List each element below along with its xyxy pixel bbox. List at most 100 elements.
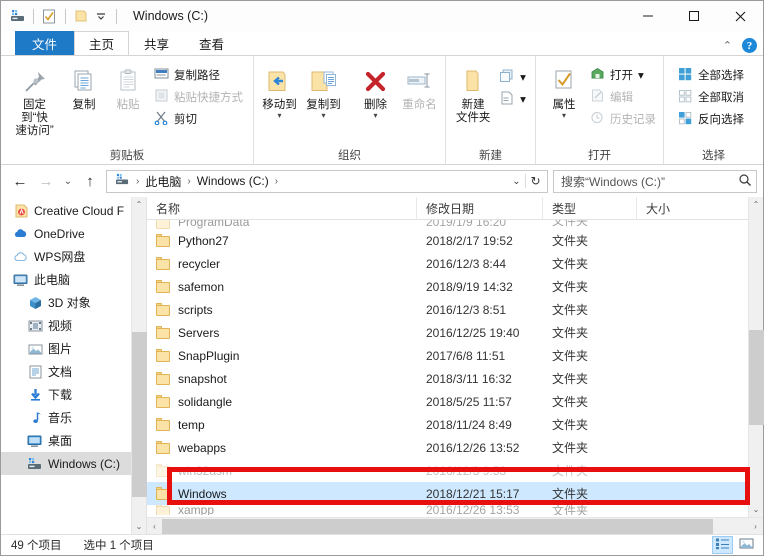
sidebar-item-wps-cloud[interactable]: WPS网盘 [1, 245, 131, 268]
folder-icon[interactable] [72, 7, 91, 26]
breadcrumb-separator-3[interactable]: › [273, 176, 280, 187]
copy-to-caret-icon[interactable]: ▾ [321, 112, 325, 120]
scroll-down-arrow-icon[interactable]: ⌄ [749, 502, 764, 517]
breadcrumb-item-windows-c[interactable]: Windows (C:) [194, 174, 272, 188]
copy-to-button[interactable]: 复制到 ▾ [302, 62, 346, 120]
search-input[interactable]: 搜索“Windows (C:)” [561, 173, 738, 190]
search-icon[interactable] [738, 173, 752, 190]
address-bar[interactable]: › 此电脑 › Windows (C:) › ⌄ ↻ [106, 169, 548, 193]
tab-share[interactable]: 共享 [129, 31, 184, 55]
scroll-up-arrow-icon[interactable]: ⌃ [749, 197, 764, 212]
forward-button[interactable]: → [33, 169, 59, 193]
table-row[interactable]: temp 2018/11/24 8:49 文件夹 [147, 413, 748, 436]
horizontal-scroll-thumb[interactable] [162, 518, 713, 534]
select-all-button[interactable]: 全部选择 [674, 64, 748, 86]
table-row[interactable]: win32asm 2016/12/3 9:53 文件夹 [147, 459, 748, 482]
details-view-button[interactable] [712, 536, 733, 554]
up-button[interactable]: ↑ [77, 169, 103, 193]
file-list-scrollbar[interactable]: ⌃ ⌄ [748, 197, 764, 517]
sidebar-item-documents[interactable]: 文档 [1, 360, 131, 383]
navigation-scroll-track[interactable] [131, 212, 147, 519]
move-to-caret-icon[interactable]: ▾ [277, 112, 281, 120]
new-item-caret-icon[interactable]: ▾ [520, 70, 526, 84]
column-header-name[interactable]: 名称 [147, 197, 417, 219]
scroll-down-arrow-icon[interactable]: ⌄ [132, 519, 147, 534]
sidebar-item-desktop[interactable]: 桌面 [1, 429, 131, 452]
sidebar-item-pictures[interactable]: 图片 [1, 337, 131, 360]
scroll-up-arrow-icon[interactable]: ⌃ [132, 197, 147, 212]
sidebar-item-music[interactable]: 音乐 [1, 406, 131, 429]
cut-button[interactable]: 剪切 [150, 108, 247, 130]
sidebar-item-this-pc[interactable]: 此电脑 [1, 268, 131, 291]
table-row[interactable]: webapps 2016/12/26 13:52 文件夹 [147, 436, 748, 459]
tab-view[interactable]: 查看 [184, 31, 239, 55]
invert-selection-button[interactable]: 反向选择 [674, 108, 748, 130]
column-header-size[interactable]: 大小 [637, 197, 748, 219]
breadcrumb-separator-1[interactable]: › [134, 176, 141, 187]
move-to-button[interactable]: 移动到 ▾ [258, 62, 302, 120]
open-caret-icon[interactable]: ▾ [638, 68, 644, 82]
rename-button[interactable]: 重命名 [398, 62, 442, 112]
navigation-scroll-thumb[interactable] [131, 332, 147, 497]
recent-locations-button[interactable]: ⌄ [59, 169, 77, 193]
search-box[interactable]: 搜索“Windows (C:)” [553, 169, 757, 193]
easy-access-caret-icon[interactable]: ▾ [520, 92, 526, 106]
navigation-scrollbar[interactable]: ⌃ ⌄ [131, 197, 147, 534]
horizontal-scrollbar[interactable]: ‹ › [147, 518, 763, 534]
scroll-right-arrow-icon[interactable]: › [748, 522, 763, 531]
drive-icon[interactable] [8, 7, 27, 26]
delete-button[interactable]: 删除 ▾ [354, 62, 398, 120]
table-row[interactable]: solidangle 2018/5/25 11:57 文件夹 [147, 390, 748, 413]
select-none-button[interactable]: 全部取消 [674, 86, 748, 108]
table-row[interactable]: scripts 2016/12/3 8:51 文件夹 [147, 298, 748, 321]
sidebar-item-videos[interactable]: 视频 [1, 314, 131, 337]
help-icon[interactable]: ? [742, 38, 757, 53]
easy-access-button[interactable]: ▾ [495, 88, 530, 110]
edit-button[interactable]: 编辑 [586, 86, 660, 108]
collapse-ribbon-icon[interactable]: ⌃ [723, 39, 732, 52]
customize-dropdown-icon[interactable] [91, 7, 110, 26]
breadcrumb-item-this-pc[interactable]: 此电脑 [142, 173, 184, 190]
properties-caret-icon[interactable]: ▾ [562, 112, 566, 120]
maximize-button[interactable] [671, 1, 717, 31]
back-button[interactable]: ← [7, 169, 33, 193]
file-list-scroll-thumb[interactable] [748, 330, 764, 425]
breadcrumb-root-icon[interactable] [112, 173, 133, 189]
column-header-date[interactable]: 修改日期 [417, 197, 543, 219]
table-row[interactable]: recycler 2016/12/3 8:44 文件夹 [147, 252, 748, 275]
table-row-selected[interactable]: Windows 2018/12/21 15:17 文件夹 [147, 482, 748, 505]
open-button[interactable]: 打开 ▾ [586, 64, 660, 86]
tab-home[interactable]: 主页 [74, 31, 130, 55]
table-row[interactable]: SnapPlugin 2017/6/8 11:51 文件夹 [147, 344, 748, 367]
tab-file[interactable]: 文件 [15, 31, 75, 55]
file-list-scroll-track[interactable] [748, 212, 764, 502]
table-row[interactable]: ProgramData 2019/1/9 16:20 文件夹 [147, 220, 748, 229]
close-button[interactable] [717, 1, 763, 31]
sidebar-item-onedrive[interactable]: OneDrive [1, 222, 131, 245]
table-row[interactable]: xampp 2016/12/26 13:53 文件夹 [147, 505, 748, 515]
history-button[interactable]: 历史记录 [586, 108, 660, 130]
sidebar-item-downloads[interactable]: 下载 [1, 383, 131, 406]
new-item-button[interactable]: ▾ [495, 66, 530, 88]
table-row[interactable]: Servers 2016/12/25 19:40 文件夹 [147, 321, 748, 344]
properties-check-icon[interactable] [40, 7, 59, 26]
sidebar-item-windows-c[interactable]: Windows (C:) [1, 452, 131, 475]
table-row[interactable]: safemon 2018/9/19 14:32 文件夹 [147, 275, 748, 298]
paste-shortcut-button[interactable]: 粘贴快捷方式 [150, 86, 247, 108]
scroll-left-arrow-icon[interactable]: ‹ [147, 522, 162, 531]
refresh-icon[interactable]: ↻ [525, 174, 545, 188]
sidebar-item-3d-objects[interactable]: 3D 对象 [1, 291, 131, 314]
table-row[interactable]: snapshot 2018/3/11 16:32 文件夹 [147, 367, 748, 390]
copy-path-button[interactable]: 复制路径 [150, 64, 247, 86]
column-header-type[interactable]: 类型 [543, 197, 637, 219]
minimize-button[interactable] [625, 1, 671, 31]
copy-button[interactable]: 复制 [62, 62, 106, 112]
new-folder-button[interactable]: 新建 文件夹 [451, 62, 495, 125]
large-icons-view-button[interactable] [736, 536, 757, 554]
horizontal-scroll-track[interactable] [162, 518, 748, 534]
breadcrumb-separator-2[interactable]: › [185, 176, 192, 187]
sidebar-item-creative-cloud[interactable]: Creative Cloud F [1, 199, 131, 222]
pin-to-quick-access-button[interactable]: 固定到“快 速访问” [7, 62, 62, 138]
address-dropdown-icon[interactable]: ⌄ [508, 176, 525, 187]
properties-button[interactable]: 属性 ▾ [542, 62, 586, 120]
